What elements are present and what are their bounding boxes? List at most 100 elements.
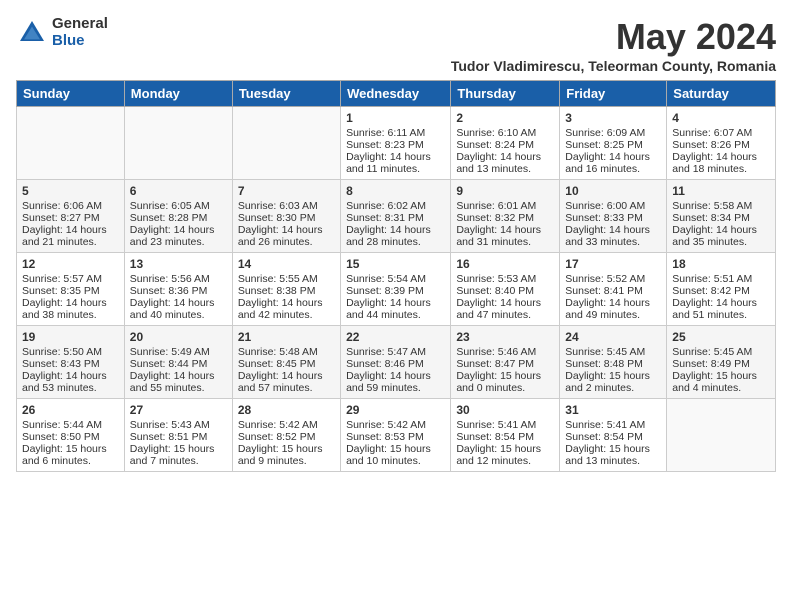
calendar-cell: 19Sunrise: 5:50 AMSunset: 8:43 PMDayligh…	[17, 326, 125, 399]
day-info-line: Daylight: 14 hours	[346, 151, 445, 163]
day-info-line: Daylight: 15 hours	[672, 370, 770, 382]
day-info-line: Sunset: 8:26 PM	[672, 139, 770, 151]
logo: General Blue	[16, 16, 108, 49]
day-number: 13	[130, 257, 227, 271]
calendar-cell: 14Sunrise: 5:55 AMSunset: 8:38 PMDayligh…	[232, 253, 340, 326]
day-number: 31	[565, 403, 661, 417]
day-info-line: Sunrise: 5:42 AM	[238, 419, 335, 431]
day-info-line: Sunrise: 5:56 AM	[130, 273, 227, 285]
day-info-line: Sunset: 8:50 PM	[22, 431, 119, 443]
day-info-line: Sunset: 8:39 PM	[346, 285, 445, 297]
day-info-line: and 31 minutes.	[456, 236, 554, 248]
day-number: 6	[130, 184, 227, 198]
day-number: 29	[346, 403, 445, 417]
day-number: 20	[130, 330, 227, 344]
day-info-line: Sunset: 8:43 PM	[22, 358, 119, 370]
day-info-line: Daylight: 15 hours	[130, 443, 227, 455]
day-info-line: and 10 minutes.	[346, 455, 445, 467]
day-number: 8	[346, 184, 445, 198]
day-info-line: Sunrise: 6:11 AM	[346, 127, 445, 139]
day-info-line: Daylight: 14 hours	[22, 297, 119, 309]
day-info-line: Daylight: 14 hours	[130, 370, 227, 382]
day-info-line: Daylight: 14 hours	[565, 297, 661, 309]
day-info-line: and 57 minutes.	[238, 382, 335, 394]
day-info-line: Sunrise: 5:45 AM	[672, 346, 770, 358]
day-info-line: and 21 minutes.	[22, 236, 119, 248]
day-info-line: Daylight: 15 hours	[565, 370, 661, 382]
day-info-line: and 35 minutes.	[672, 236, 770, 248]
day-info-line: Sunset: 8:46 PM	[346, 358, 445, 370]
day-info-line: and 47 minutes.	[456, 309, 554, 321]
day-info-line: and 28 minutes.	[346, 236, 445, 248]
calendar-cell: 17 Sunrise: 5:52 AMSunset: 8:41 PMDayligh…	[560, 253, 667, 326]
day-info-line: Daylight: 15 hours	[346, 443, 445, 455]
day-info-line: and 7 minutes.	[130, 455, 227, 467]
calendar-cell: 7Sunrise: 6:03 AMSunset: 8:30 PMDaylight…	[232, 180, 340, 253]
calendar-cell	[232, 107, 340, 180]
day-info-line: Sunrise: 5:49 AM	[130, 346, 227, 358]
calendar-cell: 9Sunrise: 6:01 AMSunset: 8:32 PMDaylight…	[451, 180, 560, 253]
location-subtitle: Tudor Vladimirescu, Teleorman County, Ro…	[451, 58, 776, 74]
day-info-line: and 12 minutes.	[456, 455, 554, 467]
day-info-line: Sunrise: 5:57 AM	[22, 273, 119, 285]
calendar-week-row: 5Sunrise: 6:06 AMSunset: 8:27 PMDaylight…	[17, 180, 776, 253]
day-info-line: and 18 minutes.	[672, 163, 770, 175]
day-info-line: Sunrise: 5:43 AM	[130, 419, 227, 431]
day-info-line: Sunset: 8:35 PM	[22, 285, 119, 297]
weekday-header: Saturday	[667, 81, 776, 107]
day-info-line: and 23 minutes.	[130, 236, 227, 248]
logo-text: General Blue	[52, 16, 108, 49]
day-info-line: Sunrise: 5:54 AM	[346, 273, 445, 285]
calendar-cell: 15 Sunrise: 5:54 AMSunset: 8:39 PMDayligh…	[341, 253, 451, 326]
day-number: 12	[22, 257, 119, 271]
calendar-cell: 13Sunrise: 5:56 AMSunset: 8:36 PMDayligh…	[124, 253, 232, 326]
day-info-line: Daylight: 14 hours	[672, 297, 770, 309]
day-info-line: Daylight: 15 hours	[456, 443, 554, 455]
day-info-line: Daylight: 15 hours	[456, 370, 554, 382]
day-number: 30	[456, 403, 554, 417]
month-title: May 2024	[451, 16, 776, 58]
day-info-line: and 51 minutes.	[672, 309, 770, 321]
day-info-line: Sunrise: 6:07 AM	[672, 127, 770, 139]
calendar-cell: 25Sunrise: 5:45 AMSunset: 8:49 PMDayligh…	[667, 326, 776, 399]
day-number: 17	[565, 257, 661, 271]
day-info-line: Daylight: 14 hours	[565, 151, 661, 163]
day-info-line: Daylight: 14 hours	[456, 297, 554, 309]
day-info-line: and 59 minutes.	[346, 382, 445, 394]
day-info-line: Sunset: 8:54 PM	[565, 431, 661, 443]
day-info-line: Sunrise: 5:53 AM	[456, 273, 554, 285]
day-info-line: Sunrise: 5:41 AM	[565, 419, 661, 431]
day-info-line: Sunrise: 5:58 AM	[672, 200, 770, 212]
day-info-line: Sunrise: 5:50 AM	[22, 346, 119, 358]
day-info-line: Sunset: 8:41 PM	[565, 285, 661, 297]
day-number: 15	[346, 257, 445, 271]
calendar-cell	[17, 107, 125, 180]
day-number: 14	[238, 257, 335, 271]
calendar-week-row: 19Sunrise: 5:50 AMSunset: 8:43 PMDayligh…	[17, 326, 776, 399]
day-info-line: Sunrise: 5:52 AM	[565, 273, 661, 285]
day-info-line: Sunset: 8:38 PM	[238, 285, 335, 297]
calendar-cell: 2Sunrise: 6:10 AMSunset: 8:24 PMDaylight…	[451, 107, 560, 180]
day-info-line: Sunset: 8:51 PM	[130, 431, 227, 443]
day-info-line: Daylight: 14 hours	[238, 224, 335, 236]
day-info-line: Daylight: 14 hours	[130, 297, 227, 309]
day-number: 9	[456, 184, 554, 198]
day-info-line: Sunrise: 6:03 AM	[238, 200, 335, 212]
day-info-line: Sunrise: 6:06 AM	[22, 200, 119, 212]
day-number: 27	[130, 403, 227, 417]
day-number: 2	[456, 111, 554, 125]
calendar-week-row: 1Sunrise: 6:11 AMSunset: 8:23 PMDaylight…	[17, 107, 776, 180]
day-info-line: Daylight: 15 hours	[565, 443, 661, 455]
day-info-line: Sunset: 8:23 PM	[346, 139, 445, 151]
day-info-line: Daylight: 14 hours	[22, 224, 119, 236]
day-info-line: Sunset: 8:32 PM	[456, 212, 554, 224]
day-info-line: Sunset: 8:33 PM	[565, 212, 661, 224]
day-number: 18	[672, 257, 770, 271]
day-info-line: Daylight: 14 hours	[346, 297, 445, 309]
day-info-line: and 40 minutes.	[130, 309, 227, 321]
day-info-line: Sunset: 8:52 PM	[238, 431, 335, 443]
calendar-cell: 1Sunrise: 6:11 AMSunset: 8:23 PMDaylight…	[341, 107, 451, 180]
calendar-cell: 30Sunrise: 5:41 AMSunset: 8:54 PMDayligh…	[451, 399, 560, 472]
calendar-cell: 24Sunrise: 5:45 AMSunset: 8:48 PMDayligh…	[560, 326, 667, 399]
day-info-line: Sunset: 8:44 PM	[130, 358, 227, 370]
